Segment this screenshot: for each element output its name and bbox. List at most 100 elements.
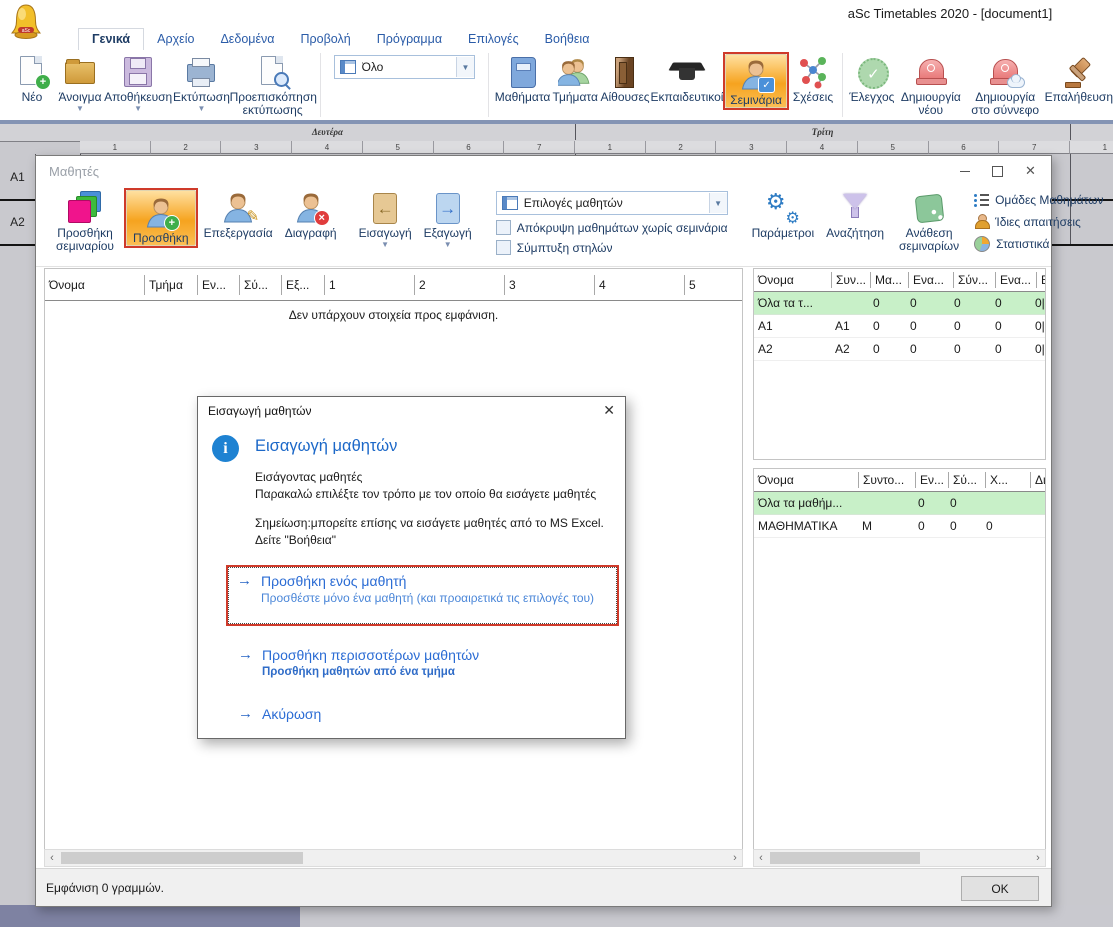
column-header[interactable]: Ενα... [1037,272,1046,288]
column-header[interactable]: Διανομή [1031,472,1046,488]
option-title[interactable]: Προσθήκη ενός μαθητή [261,572,594,590]
chevron-down-icon[interactable]: ▼ [76,105,84,112]
tab-view[interactable]: Προβολή [288,29,364,50]
close-icon[interactable]: ✕ [1014,156,1047,186]
scroll-right-icon[interactable]: › [1031,851,1045,865]
table-row[interactable]: ΜΑΘΗΜΑΤΙΚΑ Μ 0 0 0 [754,515,1045,538]
scroll-thumb[interactable] [770,852,920,864]
column-header[interactable]: Εξ... [282,275,325,295]
column-header[interactable]: 3 [505,275,595,295]
column-header[interactable]: Ενα... [996,272,1037,288]
combo-arrow-icon[interactable]: ▼ [456,57,474,77]
generate-cloud-button[interactable]: Δημιουργία στο σύννεφο [966,52,1045,117]
chevron-down-icon[interactable]: ▼ [134,105,142,112]
table-row[interactable]: A1 A1 0 0 0 0 0|0 [754,315,1045,338]
add-one-student-option[interactable]: → Προσθήκη ενός μαθητή Προσθέστε μόνο έν… [228,567,617,624]
check-button[interactable]: ✓ Έλεγχος [848,52,896,104]
table-row[interactable]: Όλα τα τ... 0 0 0 0 0|0 [754,292,1045,315]
course-groups-button[interactable]: Ομάδες Μαθημάτων [974,193,1103,207]
same-requirements-button[interactable]: Ίδιες απαιτήσεις [974,214,1103,229]
collapse-columns-checkbox-row[interactable]: Σύμπτυξη στηλών [496,240,728,255]
statistics-button[interactable]: Στατιστικά [974,236,1103,252]
students-dialog-titlebar[interactable]: Μαθητές ✕ [36,156,1051,186]
table-row[interactable]: Όλα τα μαθήμ... 0 0 [754,492,1045,515]
column-header[interactable]: Σύν... [954,272,996,288]
subjects-button[interactable]: Μαθήματα [494,52,551,104]
summary-horizontal-scrollbar[interactable]: ‹ › [753,849,1046,867]
import-button[interactable]: ← Εισαγωγή ▼ [353,186,418,266]
save-button[interactable]: Αποθήκευση ▼ [104,52,172,112]
hide-courses-checkbox-row[interactable]: Απόκρυψη μαθημάτων χωρίς σεμινάρια [496,220,728,235]
cancel-option[interactable]: → Ακύρωση [238,705,321,723]
ok-button[interactable]: OK [961,876,1039,901]
verify-button[interactable]: Επαλήθευση [1045,52,1113,104]
day-header: Τετάρτη [1070,124,1113,140]
scroll-thumb[interactable] [61,852,303,864]
add-more-students-option[interactable]: → Προσθήκη περισσοτέρων μαθητών Προσθήκη… [238,646,479,680]
classes-button[interactable]: Τμήματα [551,52,599,104]
assign-seminars-button[interactable]: Ανάθεση σεμιναρίων [890,186,968,266]
close-icon[interactable]: ✕ [603,402,615,419]
add-student-button[interactable]: + Προσθήκη [126,190,196,246]
tab-options[interactable]: Επιλογές [455,29,532,50]
tab-schedule[interactable]: Πρόγραμμα [364,29,455,50]
column-header[interactable]: Εν... [198,275,240,295]
column-header[interactable]: 5 [685,275,743,295]
chevron-down-icon[interactable]: ▼ [444,241,452,248]
column-header[interactable]: Ενα... [909,272,954,288]
parameters-button[interactable]: ⚙⚙ Παράμετροι [746,186,821,266]
chevron-down-icon[interactable]: ▼ [197,105,205,112]
asc-bell-logo-icon[interactable]: aSc [7,2,45,42]
options-list-icon [502,196,518,210]
tab-file[interactable]: Αρχείο [144,29,207,50]
print-button[interactable]: Εκτύπωση ▼ [172,52,230,112]
tab-data[interactable]: Δεδομένα [207,29,287,50]
column-header[interactable]: Τμήμα [145,275,198,295]
column-header[interactable]: Εν... [916,472,949,488]
scroll-right-icon[interactable]: › [728,851,742,865]
students-horizontal-scrollbar[interactable]: ‹ › [44,849,743,867]
print-preview-button[interactable]: Προεπισκόπηση εκτύπωσης [231,52,315,117]
view-select[interactable]: Όλο ▼ [334,55,475,79]
column-header[interactable]: 2 [415,275,505,295]
edit-student-button[interactable]: ✎ Επεξεργασία [198,186,279,266]
column-header[interactable]: Όνομα [754,472,859,488]
teachers-button[interactable]: Εκπαιδευτικοί [651,52,724,104]
export-button[interactable]: → Εξαγωγή ▼ [418,186,478,266]
column-header[interactable]: Σύ... [240,275,282,295]
chevron-down-icon[interactable]: ▼ [381,241,389,248]
table-row[interactable]: A2 A2 0 0 0 0 0|0 [754,338,1045,361]
column-header[interactable]: Μα... [871,272,909,288]
maximize-icon[interactable] [981,156,1014,186]
tab-help[interactable]: Βοήθεια [532,29,603,50]
column-header[interactable]: 4 [595,275,685,295]
classrooms-button[interactable]: Αίθουσες [599,52,650,104]
column-header[interactable]: 1 [325,275,415,295]
seminars-button[interactable]: ✓ Σεμινάρια [725,54,787,108]
add-seminar-button[interactable]: Προσθήκη σεμιναρίου [46,186,124,266]
student-options-select[interactable]: Επιλογές μαθητών ▼ [496,191,728,215]
generate-new-button[interactable]: Δημιουργία νέου [896,52,966,117]
open-button[interactable]: Άνοιγμα ▼ [56,52,104,112]
checkbox[interactable] [496,240,511,255]
minimize-icon[interactable] [948,156,981,186]
column-header[interactable]: Όνομα [45,275,145,295]
empty-list-message: Δεν υπάρχουν στοιχεία προς εμφάνιση. [45,308,742,322]
column-header[interactable]: Σύ... [949,472,986,488]
relations-button[interactable]: Σχέσεις [789,52,837,104]
scroll-left-icon[interactable]: ‹ [754,851,768,865]
column-header[interactable]: Όνομα [754,272,832,288]
new-button[interactable]: + Νέο [8,52,56,104]
search-button[interactable]: Αναζήτηση [820,186,890,266]
app-window: aSc aSc Timetables 2020 - [document1] Γε… [0,0,1113,927]
column-header[interactable]: Συν... [832,272,871,288]
combo-arrow-icon[interactable]: ▼ [709,193,727,213]
tab-general[interactable]: Γενικά [78,28,144,50]
delete-student-button[interactable]: × Διαγραφή [279,186,343,266]
option-title[interactable]: Προσθήκη περισσοτέρων μαθητών [262,646,479,664]
column-header[interactable]: Χ... [986,472,1031,488]
option-title[interactable]: Ακύρωση [262,705,321,723]
column-header[interactable]: Συντο... [859,472,916,488]
scroll-left-icon[interactable]: ‹ [45,851,59,865]
checkbox[interactable] [496,220,511,235]
